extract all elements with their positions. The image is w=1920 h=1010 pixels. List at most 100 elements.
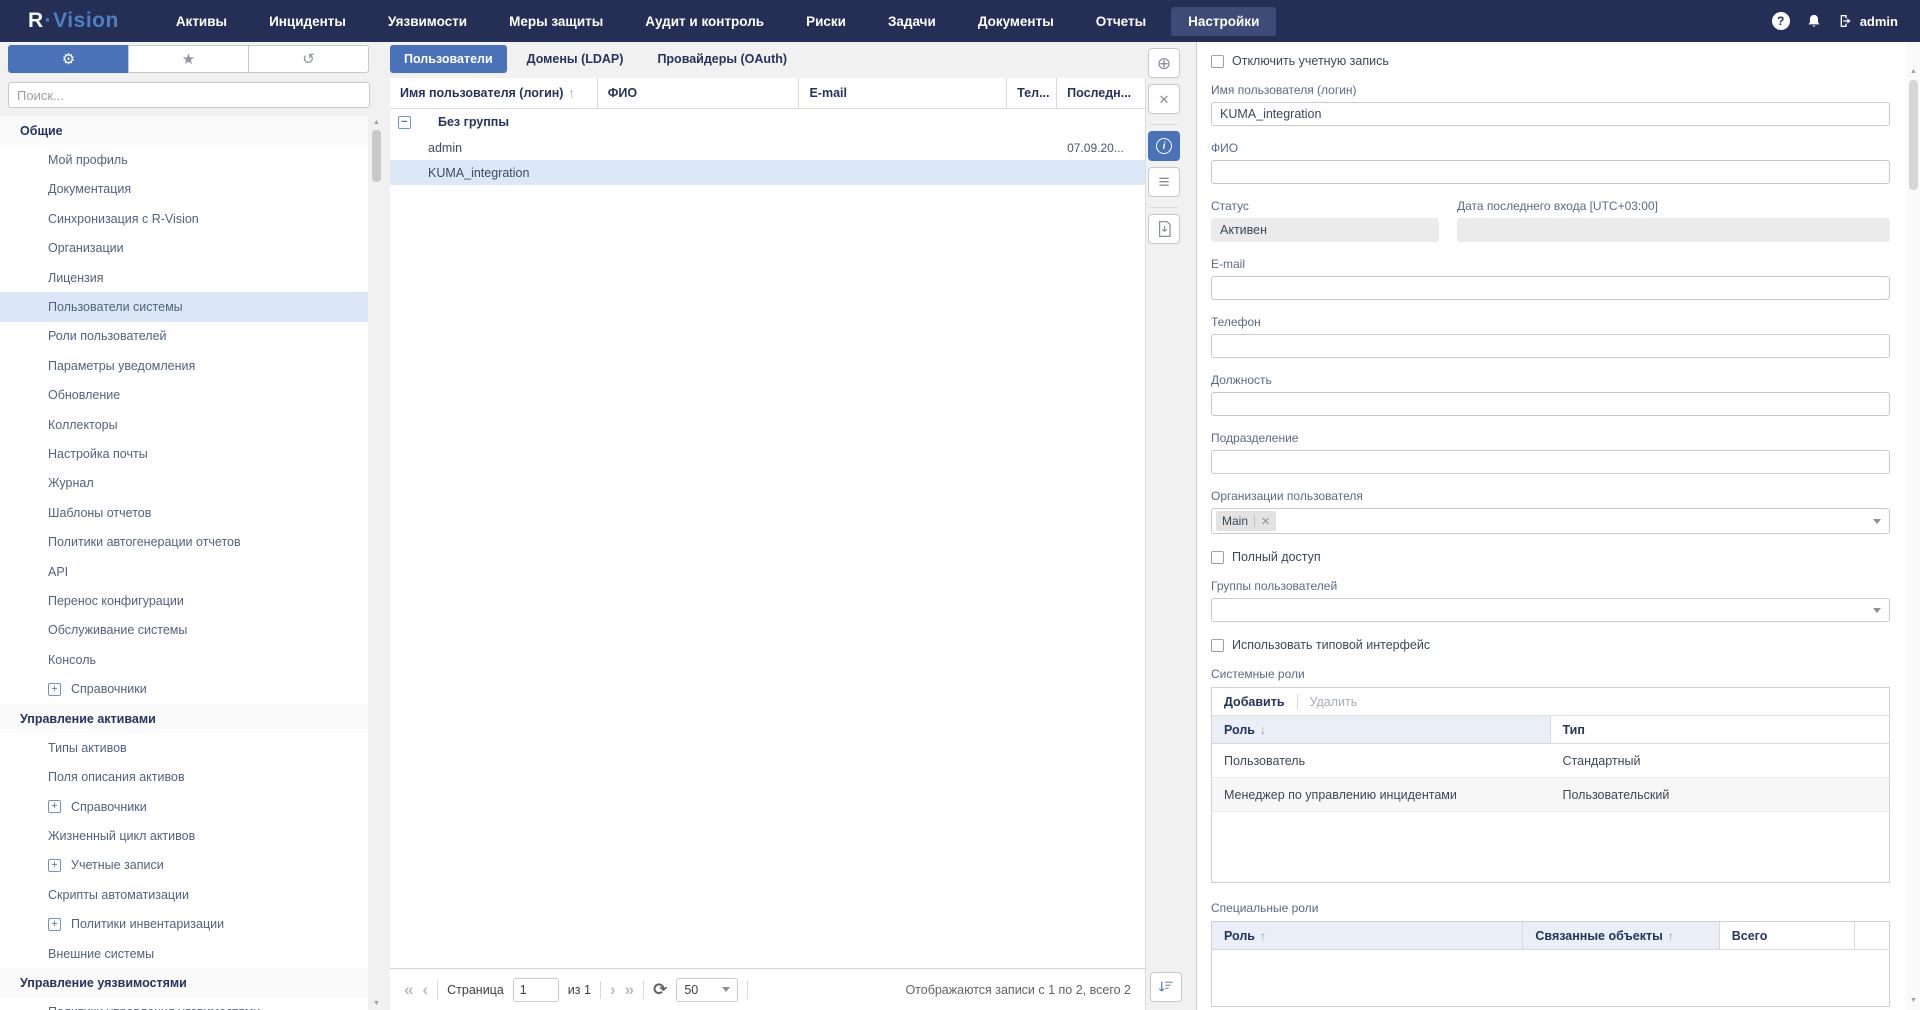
nav-item-9[interactable]: Настройки (1171, 7, 1276, 36)
department-field[interactable] (1211, 450, 1890, 474)
prev-page-button[interactable]: ‹ (422, 981, 428, 998)
column-type[interactable]: Тип (1551, 716, 1890, 743)
sidebar-item[interactable]: Обновление (0, 381, 368, 410)
nav-item-7[interactable]: Документы (961, 7, 1071, 36)
scroll-thumb[interactable] (372, 130, 381, 182)
nav-item-4[interactable]: Аудит и контроль (628, 7, 781, 36)
delete-user-button[interactable]: ✕ (1148, 84, 1180, 114)
nav-item-2[interactable]: Уязвимости (371, 7, 484, 36)
sidebar-item[interactable]: Перенос конфигурации (0, 586, 368, 615)
sidebar-item[interactable]: Лицензия (0, 263, 368, 292)
next-page-button[interactable]: › (610, 981, 616, 998)
login-field[interactable] (1211, 102, 1890, 126)
user-menu[interactable]: admin (1838, 13, 1898, 29)
sidebar-item[interactable]: Организации (0, 234, 368, 263)
nav-item-0[interactable]: Активы (159, 7, 244, 36)
users-column-4[interactable]: Тел... (1007, 78, 1057, 108)
column-linked-objects[interactable]: Связанные объекты ↑ (1523, 922, 1719, 949)
details-scrollbar[interactable]: ▲ ▼ (1906, 42, 1920, 1010)
sidebar-item[interactable]: +Учетные записи (0, 851, 368, 880)
sidebar-item[interactable]: Пользователи системы (0, 292, 368, 321)
phone-field[interactable] (1211, 334, 1890, 358)
scroll-up-icon[interactable]: ▲ (1910, 68, 1917, 75)
nav-item-8[interactable]: Отчеты (1079, 7, 1163, 36)
nav-item-6[interactable]: Задачи (871, 7, 953, 36)
disable-account-checkbox[interactable] (1211, 55, 1224, 68)
sidebar-item[interactable]: Настройка почты (0, 439, 368, 468)
content-tab-0[interactable]: Пользователи (390, 45, 507, 73)
scroll-down-icon[interactable]: ▼ (1910, 997, 1917, 1004)
bell-icon[interactable] (1806, 13, 1822, 30)
sidebar-item[interactable]: Консоль (0, 645, 368, 674)
fio-field[interactable] (1211, 160, 1890, 184)
first-page-button[interactable]: « (404, 981, 413, 998)
column-role[interactable]: Роль ↓ (1212, 716, 1551, 743)
position-field[interactable] (1211, 392, 1890, 416)
typical-ui-checkbox[interactable] (1211, 639, 1224, 652)
users-column-5[interactable]: Последн... (1057, 78, 1145, 108)
nav-item-3[interactable]: Меры защиты (492, 7, 620, 36)
page-number-input[interactable] (513, 978, 559, 1002)
sort-button[interactable] (1150, 972, 1182, 1002)
sidebar-item[interactable]: Жизненный цикл активов (0, 821, 368, 850)
sidebar-item[interactable]: Политики автогенерации отчетов (0, 527, 368, 556)
users-column-2[interactable]: ФИО (598, 78, 800, 108)
content-tab-2[interactable]: Провайдеры (OAuth) (643, 45, 801, 73)
nav-item-5[interactable]: Риски (789, 7, 863, 36)
scroll-thumb[interactable] (1909, 80, 1918, 190)
sidebar-item[interactable]: Шаблоны отчетов (0, 498, 368, 527)
sidebar-item[interactable]: API (0, 557, 368, 586)
delete-role-button[interactable]: Удалить (1310, 695, 1358, 709)
export-button[interactable] (1148, 214, 1180, 244)
table-row[interactable]: KUMA_integration (390, 160, 1145, 185)
add-user-button[interactable]: ⊕ (1148, 48, 1180, 78)
sidebar-item[interactable]: Обслуживание системы (0, 616, 368, 645)
expand-plus-icon[interactable]: + (48, 859, 61, 872)
expand-plus-icon[interactable]: + (48, 800, 61, 813)
users-column-1[interactable]: Имя пользователя (логин)↑ (390, 78, 598, 108)
sidebar-item[interactable]: Поля описания активов (0, 763, 368, 792)
sidebar-item[interactable]: Коллекторы (0, 410, 368, 439)
full-access-checkbox[interactable] (1211, 551, 1224, 564)
sidebar-tab-history[interactable]: ↺ (248, 45, 369, 73)
sidebar-item[interactable]: Параметры уведомления (0, 351, 368, 380)
table-row[interactable]: admin07.09.20... (390, 135, 1145, 160)
sidebar-item[interactable]: +Справочники (0, 792, 368, 821)
info-button[interactable]: i (1148, 131, 1180, 161)
table-row[interactable]: Менеджер по управлению инцидентамиПользо… (1212, 778, 1889, 812)
sidebar-item[interactable]: +Политики инвентаризации (0, 910, 368, 939)
column-total[interactable]: Всего (1720, 922, 1855, 949)
sidebar-item[interactable]: Синхронизация с R-Vision (0, 204, 368, 233)
add-role-button[interactable]: Добавить (1224, 695, 1285, 709)
refresh-icon[interactable]: ⟳ (653, 980, 667, 1000)
expand-plus-icon[interactable]: + (48, 918, 61, 931)
table-row[interactable]: ПользовательСтандартный (1212, 744, 1889, 778)
sidebar-scrollbar[interactable]: ▲ ▼ (370, 116, 383, 1010)
remove-tag-icon[interactable]: ✕ (1261, 515, 1270, 528)
sidebar-item[interactable]: Роли пользователей (0, 322, 368, 351)
nav-item-1[interactable]: Инциденты (252, 7, 363, 36)
sidebar-item[interactable]: Внешние системы (0, 939, 368, 968)
page-size-select[interactable]: 50 (676, 978, 738, 1002)
sidebar-item[interactable]: Типы активов (0, 733, 368, 762)
sidebar-item[interactable]: Документация (0, 175, 368, 204)
help-icon[interactable]: ? (1772, 12, 1790, 30)
sidebar-item[interactable]: Политики управления уязвимостями (0, 998, 368, 1010)
email-field[interactable] (1211, 276, 1890, 300)
sidebar-item[interactable]: Мой профиль (0, 145, 368, 174)
sidebar-search-input[interactable] (8, 82, 370, 108)
sidebar-item[interactable]: Скрипты автоматизации (0, 880, 368, 909)
sidebar-item[interactable]: +Справочники (0, 674, 368, 703)
sidebar-tab-star[interactable]: ★ (128, 45, 249, 73)
sidebar-tab-gear[interactable]: ⚙ (8, 45, 129, 73)
group-row-no-group[interactable]: − Без группы (390, 109, 1145, 135)
scroll-down-icon[interactable]: ▼ (373, 1000, 380, 1007)
groups-dropdown[interactable] (1211, 598, 1890, 622)
scroll-up-icon[interactable]: ▲ (373, 119, 380, 126)
organizations-field[interactable]: Main ✕ (1211, 508, 1890, 534)
expand-plus-icon[interactable]: + (48, 683, 61, 696)
last-page-button[interactable]: » (625, 981, 634, 998)
sidebar-item[interactable]: Журнал (0, 469, 368, 498)
users-column-3[interactable]: E-mail (799, 78, 1007, 108)
column-role[interactable]: Роль ↑ (1212, 922, 1523, 949)
